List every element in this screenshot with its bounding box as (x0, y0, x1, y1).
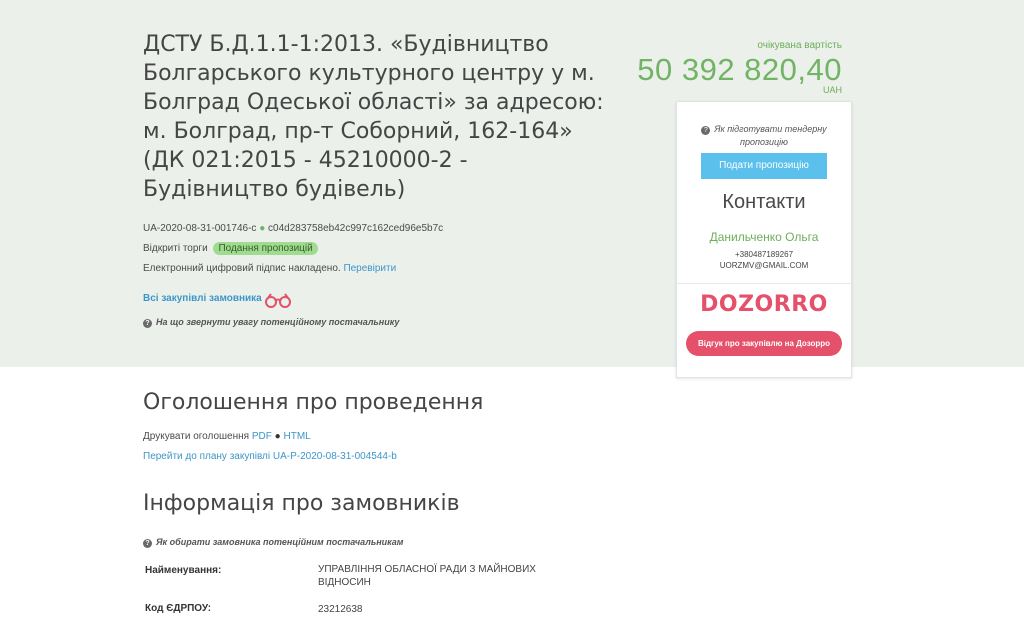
submit-proposal-button[interactable]: Подати пропозицію (701, 153, 827, 179)
verify-signature-link[interactable]: Перевірити (343, 263, 396, 274)
all-purchases-link[interactable]: Всі закупівлі замовника (143, 293, 262, 304)
choose-customer-hint-text: Як обирати замовника потенційним постача… (156, 537, 404, 547)
question-icon: ? (143, 319, 152, 328)
dozorro-logo[interactable]: DOZORRO (677, 292, 851, 317)
prepare-proposal-hint-text: Як підготувати тендерну пропозицію (714, 124, 827, 147)
print-pdf-link[interactable]: PDF (252, 431, 272, 442)
customer-name-value: УПРАВЛІННЯ ОБЛАСНОЇ РАДИ З МАЙНОВИХ ВІДН… (318, 564, 536, 588)
dozorro-review-button[interactable]: Відгук про закупівлю на Дозорро (686, 331, 842, 356)
print-html-link[interactable]: HTML (283, 431, 310, 442)
tender-title: ДСТУ Б.Д.1.1-1:2013. «Будівництво Болгар… (143, 32, 604, 202)
dot-separator-icon: ● (259, 223, 266, 234)
signature-text: Електронний цифровий підпис накладено. (143, 263, 341, 274)
customer-code-value: 23212638 (318, 604, 363, 615)
tender-id-line: UA-2020-08-31-001746-c ● c04d283758eb42c… (143, 223, 443, 234)
attention-hint-text: На що звернути увагу потенційному постач… (156, 317, 400, 327)
expected-value-label: очікувана вартість (757, 40, 842, 51)
expected-value-currency: UAH (822, 85, 842, 95)
choose-customer-hint[interactable]: ? Як обирати замовника потенційним постач… (143, 537, 403, 548)
procedure-line: Відкриті торги Подання пропозицій (143, 242, 318, 255)
procurement-plan-link[interactable]: Перейти до плану закупівлі UA-P-2020-08-… (143, 451, 397, 462)
dot-separator-icon: ● (274, 431, 281, 442)
prepare-proposal-hint[interactable]: ? Як підготувати тендерну пропозицію (677, 123, 851, 149)
attention-hint[interactable]: ? На що звернути увагу потенційному поста… (143, 317, 399, 328)
question-icon: ? (701, 126, 711, 135)
procedure-type: Відкриті торги (143, 243, 208, 254)
binoculars-icon[interactable] (264, 292, 292, 313)
signature-line: Електронний цифровий підпис накладено. П… (143, 263, 396, 274)
tender-id: UA-2020-08-31-001746-c (143, 223, 257, 234)
customer-info-heading: Інформація про замовників (143, 491, 460, 516)
expected-value-amount: 50 392 820,40 (637, 52, 842, 87)
question-icon: ? (143, 539, 152, 548)
tender-hash: c04d283758eb42c997c162ced96e5b7c (268, 223, 444, 234)
print-announcement-line: Друкувати оголошення PDF ● HTML (143, 431, 311, 442)
panel-divider (677, 283, 851, 284)
customer-name-label: Найменування: (145, 565, 222, 576)
contact-name: Данильченко Ольга (709, 230, 819, 244)
status-badge: Подання пропозицій (213, 242, 318, 255)
contacts-heading: Контакти (722, 191, 806, 213)
print-label: Друкувати оголошення (143, 431, 250, 442)
contact-phone: +380487189267 (734, 250, 794, 259)
contact-email: UORZMV@GMAIL.COM (719, 261, 809, 270)
customer-code-label: Код ЄДРПОУ: (145, 603, 212, 614)
announcement-heading: Оголошення про проведення (143, 390, 484, 415)
action-panel: ? Як підготувати тендерну пропозицію Пода… (676, 101, 852, 378)
